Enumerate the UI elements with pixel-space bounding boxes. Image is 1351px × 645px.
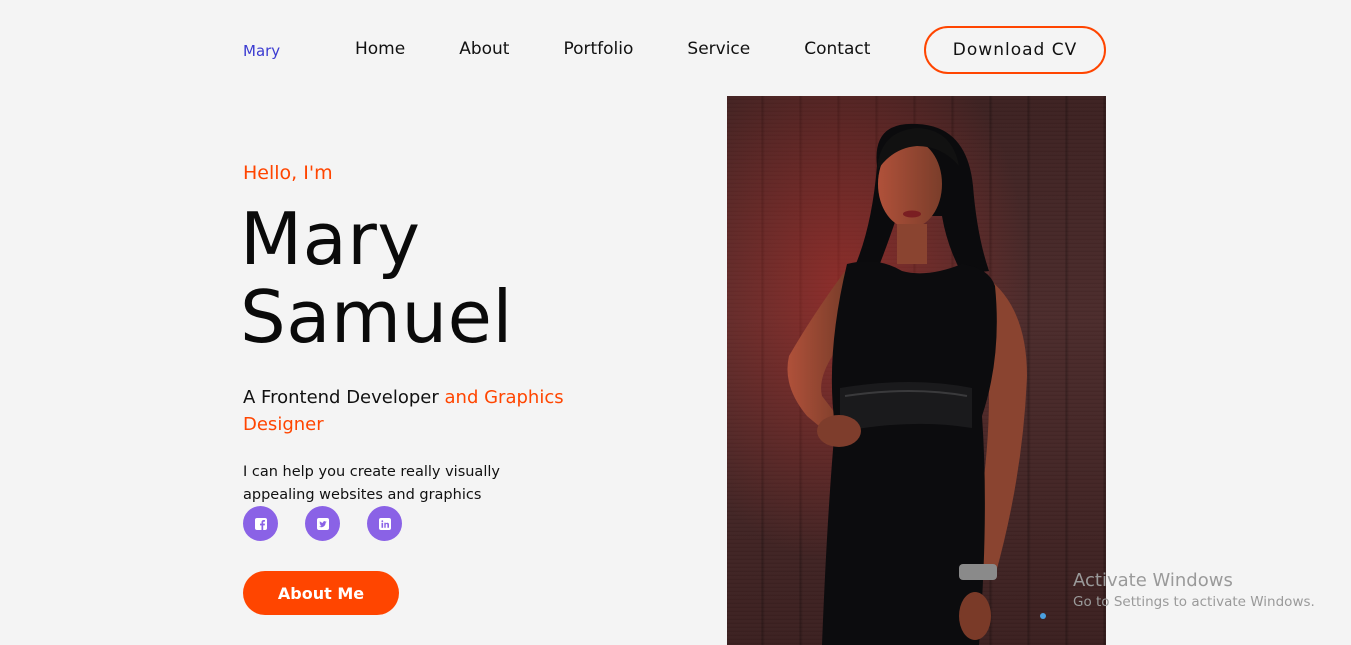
linkedin-icon [378, 517, 391, 530]
watermark-title: Activate Windows [1073, 570, 1233, 591]
portrait-illustration [727, 96, 1106, 645]
hero-greeting: Hello, I'm [243, 162, 333, 184]
hero-role-plain: A Frontend Developer [243, 387, 439, 408]
nav-link-service[interactable]: Service [687, 39, 750, 59]
watermark-subtitle: Go to Settings to activate Windows. [1073, 594, 1315, 610]
logo-link[interactable]: Mary [243, 42, 280, 60]
linkedin-link[interactable] [367, 506, 402, 541]
nav-links: Home About Portfolio Service Contact [355, 39, 924, 59]
facebook-icon [254, 517, 267, 530]
twitter-icon [316, 517, 329, 530]
nav-link-about[interactable]: About [459, 39, 509, 59]
twitter-link[interactable] [305, 506, 340, 541]
profile-photo [727, 96, 1106, 645]
nav-link-portfolio[interactable]: Portfolio [563, 39, 633, 59]
hero-role: A Frontend Developer and Graphics Design… [243, 384, 573, 438]
hero-last-name: Samuel [240, 275, 513, 359]
facebook-link[interactable] [243, 506, 278, 541]
social-links [243, 506, 429, 541]
hero-name: Mary Samuel [240, 200, 513, 356]
hero-first-name: Mary [240, 197, 421, 281]
top-nav: Mary Home About Portfolio Service Contac… [243, 26, 1106, 74]
hero-description: I can help you create really visually ap… [243, 464, 500, 503]
about-me-button[interactable]: About Me [243, 571, 399, 615]
windows-activation-watermark: Activate Windows Go to Settings to activ… [1073, 570, 1315, 612]
download-cv-button[interactable]: Download CV [924, 26, 1106, 74]
nav-link-contact[interactable]: Contact [804, 39, 870, 59]
nav-link-home[interactable]: Home [355, 39, 405, 59]
